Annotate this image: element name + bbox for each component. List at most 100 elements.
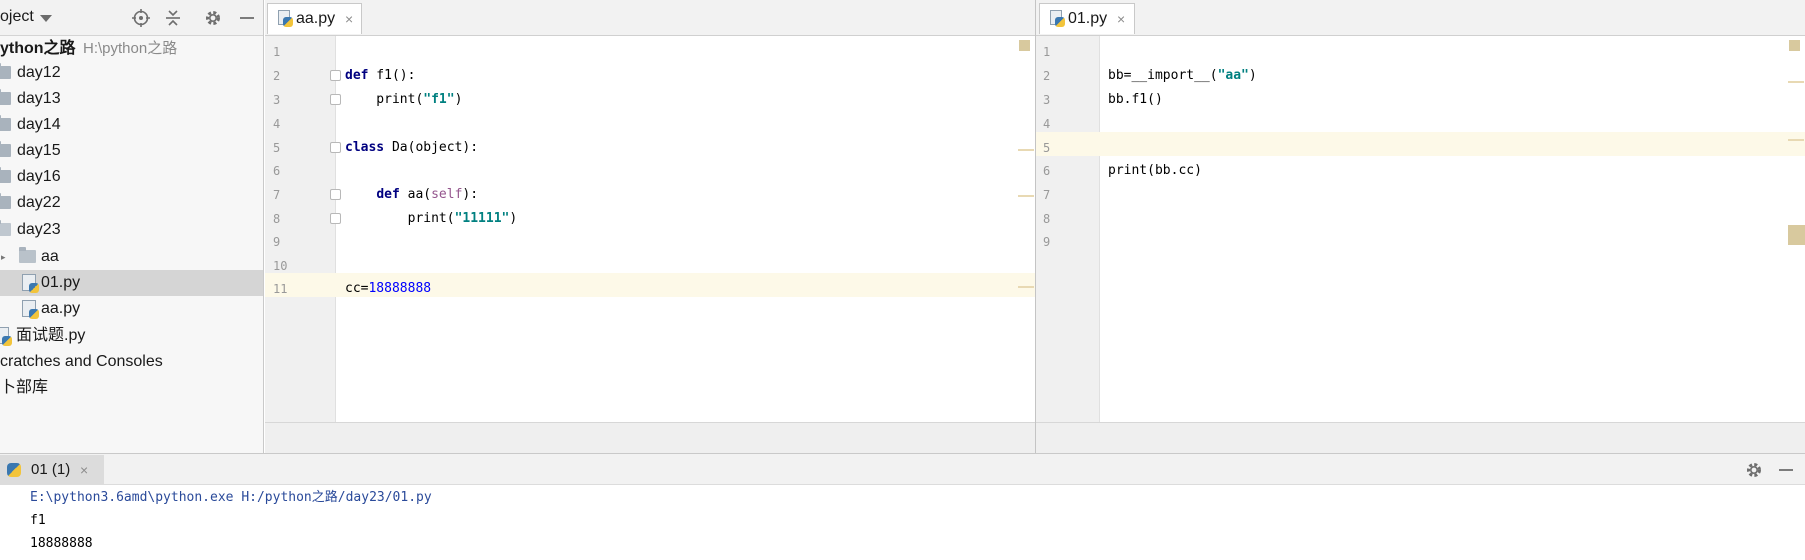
run-tool-window-header: 01 (1) × xyxy=(0,453,1805,485)
line-number: 3 xyxy=(1043,93,1051,107)
code-line-7: def aa(self): xyxy=(376,187,479,202)
line-number: 11 xyxy=(273,282,288,296)
line-number: 3 xyxy=(273,93,281,107)
tree-item-interview-py[interactable]: 面试题.py xyxy=(0,323,263,349)
tab-run-01[interactable]: 01 (1) × xyxy=(0,455,104,485)
collapse-all-icon[interactable] xyxy=(163,8,183,28)
run-console-output[interactable]: E:\python3.6amd\python.exe H:/python之路/d… xyxy=(0,485,1805,560)
scroll-marker[interactable] xyxy=(1018,195,1034,197)
folder-icon xyxy=(0,63,11,79)
minimize-icon[interactable] xyxy=(237,8,257,28)
scroll-marker[interactable] xyxy=(1788,139,1804,141)
folder-icon xyxy=(0,89,11,105)
line-number: 4 xyxy=(1043,117,1051,131)
scroll-position-marker[interactable] xyxy=(1788,225,1805,245)
tree-item-label: aa.py xyxy=(41,300,81,317)
folder-icon xyxy=(0,141,11,157)
tree-item-scratches[interactable]: cratches and Consoles xyxy=(0,349,263,375)
python-file-icon xyxy=(278,10,293,27)
tree-item-day14[interactable]: day14 xyxy=(0,112,263,138)
code-line-5: class Da(object): xyxy=(345,140,479,155)
folder-icon xyxy=(0,167,11,183)
code-line-3: print("f1") xyxy=(345,92,463,107)
line-number: 7 xyxy=(1043,188,1051,202)
line-number: 5 xyxy=(273,141,281,155)
fold-end-icon[interactable] xyxy=(330,94,341,105)
project-header: oject xyxy=(0,0,263,36)
tab-label: aa.py xyxy=(296,10,336,27)
code-line-3: bb.f1() xyxy=(1108,92,1163,107)
code-line-2: bb=__import__("aa") xyxy=(1108,68,1257,83)
tree-item-external-libraries[interactable]: 卜部库 xyxy=(0,375,263,401)
scroll-marker[interactable] xyxy=(1018,286,1034,288)
close-icon[interactable]: × xyxy=(80,455,88,485)
code-line-2: def f1(): xyxy=(345,68,416,83)
console-output-line: f1 xyxy=(30,513,46,528)
fold-marker-icon[interactable] xyxy=(330,142,341,153)
tree-item-aa-package[interactable]: ▸ aa xyxy=(0,244,263,270)
fold-end-icon[interactable] xyxy=(330,213,341,224)
tree-item-label: day16 xyxy=(17,168,61,185)
tree-item-label: day23 xyxy=(17,221,61,238)
console-command-line: E:\python3.6amd\python.exe H:/python之路/d… xyxy=(30,490,432,505)
code-line-11: cc=18888888 xyxy=(345,281,432,296)
tab-01-py[interactable]: 01.py × xyxy=(1039,3,1135,34)
expand-arrow-icon[interactable]: ▸ xyxy=(1,244,6,270)
python-file-icon xyxy=(22,274,39,293)
caret-line-highlight xyxy=(1036,132,1805,156)
tree-item-01-py[interactable]: 01.py xyxy=(0,270,263,296)
scroll-marker[interactable] xyxy=(1018,149,1034,151)
project-view-title[interactable]: oject xyxy=(0,8,34,26)
tab-aa-py[interactable]: aa.py × xyxy=(267,3,362,34)
line-number: 9 xyxy=(1043,235,1051,249)
tree-item-day16[interactable]: day16 xyxy=(0,164,263,190)
right-editor-empty-area xyxy=(1036,422,1805,453)
code-line-6: print(bb.cc) xyxy=(1108,163,1202,178)
package-folder-icon xyxy=(19,247,36,263)
tree-item-day13[interactable]: day13 xyxy=(0,86,263,112)
locate-target-icon[interactable] xyxy=(131,8,151,28)
line-number: 8 xyxy=(1043,212,1051,226)
tree-item-label: cratches and Consoles xyxy=(0,353,163,370)
fold-marker-icon[interactable] xyxy=(330,70,341,81)
tree-item-label: 01.py xyxy=(41,274,81,291)
tree-item-label: day15 xyxy=(17,142,61,159)
close-icon[interactable]: × xyxy=(345,4,353,34)
tree-item-day22[interactable]: day22 xyxy=(0,190,263,216)
left-editor-empty-area xyxy=(265,422,1035,453)
left-editor[interactable]: 1 2 3 4 5 6 7 8 9 10 11 def f1(): print(… xyxy=(265,36,1035,422)
fold-marker-icon[interactable] xyxy=(330,189,341,200)
line-number: 6 xyxy=(273,164,281,178)
python-icon xyxy=(7,463,21,477)
line-number: 6 xyxy=(1043,164,1051,178)
left-editor-tabbar: aa.py × xyxy=(265,0,1035,36)
tree-item-day12[interactable]: day12 xyxy=(0,60,263,86)
right-editor[interactable]: 1 2 3 4 5 6 7 8 9 bb=__import__("aa") bb… xyxy=(1036,36,1805,422)
root-folder-label: ython之路 xyxy=(0,40,76,57)
scroll-marker[interactable] xyxy=(1788,81,1804,83)
close-icon[interactable]: × xyxy=(1117,4,1125,34)
tree-item-day15[interactable]: day15 xyxy=(0,138,263,164)
folder-open-icon xyxy=(0,220,11,236)
gear-icon[interactable] xyxy=(1744,460,1764,480)
root-path: H:\python之路 xyxy=(83,40,178,57)
tree-item-day23[interactable]: day23 xyxy=(0,217,263,243)
python-file-icon xyxy=(0,327,12,346)
line-number: 2 xyxy=(273,69,281,83)
tree-item-label: day13 xyxy=(17,90,61,107)
line-number: 1 xyxy=(273,45,281,59)
tree-item-label: 面试题.py xyxy=(16,327,86,344)
gear-icon[interactable] xyxy=(203,8,223,28)
inspection-status-icon[interactable] xyxy=(1019,40,1030,51)
tree-root[interactable]: ython之路 H:\python之路 xyxy=(0,36,263,62)
tree-item-label: aa xyxy=(41,248,59,265)
python-file-icon xyxy=(1050,10,1065,27)
tree-item-aa-py[interactable]: aa.py xyxy=(0,296,263,322)
tree-item-label: day12 xyxy=(17,64,61,81)
project-tool-window: oject ython之路 H:\python之路 day12 day13 da… xyxy=(0,0,264,453)
inspection-status-icon[interactable] xyxy=(1789,40,1800,51)
minimize-icon[interactable] xyxy=(1776,460,1796,480)
right-editor-tabbar: 01.py × xyxy=(1036,0,1805,36)
chevron-down-icon[interactable] xyxy=(40,15,52,22)
tree-item-label: day22 xyxy=(17,194,61,211)
